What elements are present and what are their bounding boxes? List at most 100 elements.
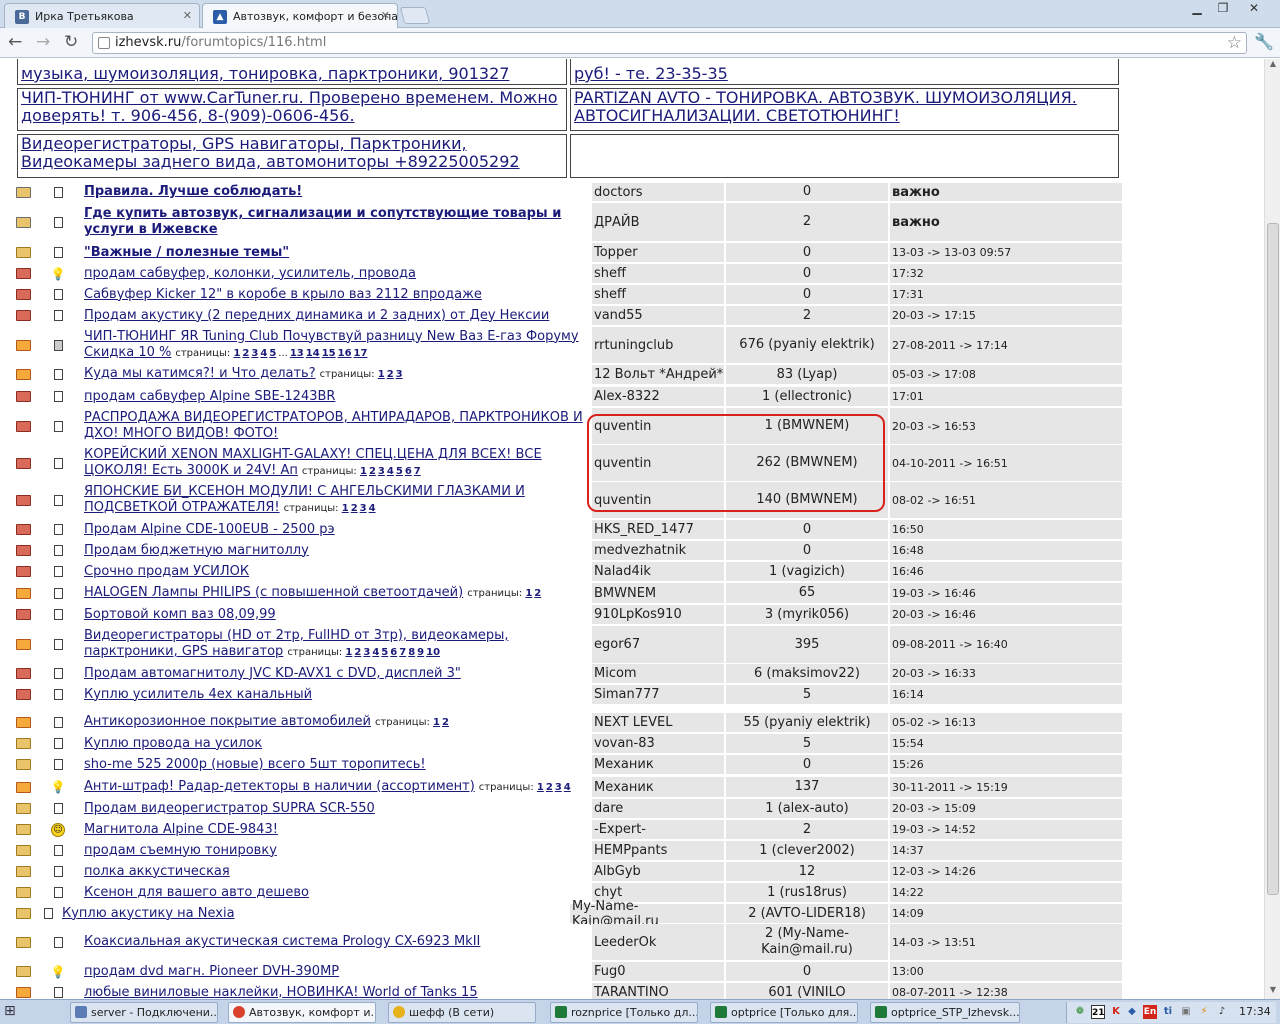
display-icon[interactable]: ▣ — [1179, 1005, 1193, 1019]
wrench-icon[interactable]: 🔧 — [1254, 32, 1274, 51]
topic-author[interactable]: sheff — [592, 285, 724, 304]
topic-link[interactable]: Продам автомагнитолу JVC KD-AVX1 с DVD, … — [84, 666, 461, 681]
scroll-up-arrow[interactable]: ▲ — [1265, 59, 1280, 73]
topic-author[interactable]: LeederOk — [592, 924, 724, 960]
minimize-button[interactable]: ▁ — [1184, 0, 1210, 18]
page-link[interactable]: 2 — [442, 717, 449, 728]
topic-author[interactable]: BMWNEM — [592, 583, 724, 603]
page-link[interactable]: 13 — [290, 348, 304, 359]
volume-icon[interactable]: ♪ — [1215, 1005, 1229, 1019]
page-link[interactable]: 6 — [405, 466, 412, 477]
topic-author[interactable]: My-Name-Kain@mail.ru — [570, 899, 724, 929]
topic-link[interactable]: Сабвуфер Kicker 12" в коробе в крыло ваз… — [84, 287, 482, 302]
ad-cell[interactable]: ЧИП-ТЮНИНГ от www.CarTuner.ru. Проверено… — [17, 88, 567, 131]
forward-icon[interactable]: → — [36, 32, 50, 52]
topic-author[interactable]: Alex-8322 — [592, 387, 724, 406]
new-tab-button[interactable] — [399, 7, 431, 24]
topic-link[interactable]: продам съемную тонировку — [84, 843, 277, 858]
page-link[interactable]: 3 — [251, 348, 258, 359]
ad-link[interactable]: музыка, шумоизоляция, тонировка, парктро… — [21, 59, 563, 83]
page-link[interactable]: 9 — [417, 647, 424, 658]
page-link[interactable]: 2 — [387, 369, 394, 380]
topic-author[interactable]: Механик — [592, 777, 724, 797]
page-link[interactable]: 14 — [306, 348, 320, 359]
topic-link[interactable]: Продам Alpine CDE-100EUB - 2500 рэ — [84, 522, 335, 537]
topic-link[interactable]: Куплю усилитель 4ех канальный — [84, 687, 312, 702]
topic-author[interactable]: ДРАЙВ — [592, 203, 724, 241]
topic-author[interactable]: TARANTINO — [592, 983, 724, 999]
page-link[interactable]: 3 — [396, 369, 403, 380]
calendar-icon[interactable]: 21 — [1091, 1005, 1105, 1019]
language-icon[interactable]: En — [1143, 1005, 1157, 1019]
antivirus-icon[interactable]: K — [1109, 1005, 1123, 1019]
page-link[interactable]: 4 — [369, 503, 376, 514]
close-icon[interactable]: ✕ — [183, 9, 192, 22]
tab-vk[interactable]: В Ирка Третьякова ✕ — [4, 3, 200, 28]
page-link[interactable]: 16 — [338, 348, 352, 359]
topic-author[interactable]: -Expert- — [592, 820, 724, 839]
page-link[interactable]: 2 — [351, 503, 358, 514]
page-link[interactable]: 5 — [269, 348, 276, 359]
back-icon[interactable]: ← — [8, 32, 22, 52]
page-link[interactable]: 15 — [322, 348, 336, 359]
topic-link[interactable]: "Важные / полезные темы" — [84, 245, 289, 260]
address-bar[interactable]: izhevsk.ru/forumtopics/116.html ☆ — [92, 32, 1247, 54]
page-link[interactable]: 2 — [369, 466, 376, 477]
topic-author[interactable]: Fug0 — [592, 962, 724, 981]
topic-author[interactable]: vovan-83 — [592, 734, 724, 753]
topic-link[interactable]: sho-me 525 2000р (новые) всего 5шт тороп… — [84, 757, 426, 772]
page-link[interactable]: 2 — [354, 647, 361, 658]
topic-link[interactable]: HALOGEN Лампы PHILIPS (с повышенной свет… — [84, 585, 463, 600]
topic-author[interactable]: vand55 — [592, 306, 724, 325]
topic-author[interactable]: NEXT LEVEL — [592, 713, 724, 732]
ad-cell[interactable]: музыка, шумоизоляция, тонировка, парктро… — [17, 59, 567, 85]
taskbar-item[interactable]: server - Подключени... — [70, 1002, 218, 1023]
topic-link[interactable]: Продам бюджетную магнитоллу — [84, 543, 309, 558]
topic-author[interactable]: 910LpKos910 — [592, 605, 724, 624]
topic-author[interactable]: medvezhatnik — [592, 541, 724, 560]
vertical-scrollbar[interactable]: ▲ ▼ — [1264, 59, 1280, 999]
topic-link[interactable]: любые виниловые наклейки, НОВИНКА! World… — [84, 985, 478, 1000]
topic-author[interactable]: Topper — [592, 243, 724, 262]
topic-author[interactable]: HEMPpants — [592, 841, 724, 860]
topic-link[interactable]: Магнитола Alpine CDE-9843! — [84, 822, 278, 837]
taskbar-item[interactable]: optprice [Только для... — [710, 1002, 858, 1023]
tab-forum[interactable]: ▲ Автозвук, комфорт и безопа ✕ — [202, 3, 398, 28]
page-link[interactable]: 7 — [399, 647, 406, 658]
page-link[interactable]: 10 — [426, 647, 440, 658]
topic-link[interactable]: Антикорозионное покрытие автомобилей — [84, 714, 371, 729]
page-link[interactable]: 2 — [242, 348, 249, 359]
topic-link[interactable]: Где купить автозвук, сигнализации и сопу… — [84, 206, 561, 237]
page-link[interactable]: 1 — [433, 717, 440, 728]
page-link[interactable]: 5 — [396, 466, 403, 477]
page-link[interactable]: 3 — [378, 466, 385, 477]
page-link[interactable]: 1 — [360, 466, 367, 477]
topic-link[interactable]: продам сабвуфер Alpine SBE-1243BR — [84, 389, 335, 404]
ad-cell[interactable]: руб! - те. 23-35-35 — [570, 59, 1119, 85]
topic-author[interactable]: doctors — [592, 183, 724, 201]
topic-link[interactable]: Ксенон для вашего авто дешево — [84, 885, 309, 900]
topic-link[interactable]: Куда мы катимся?! и Что делать? — [84, 366, 316, 381]
topic-link[interactable]: Продам акустику (2 передних динамика и 2… — [84, 308, 549, 323]
taskbar-item[interactable]: шефф (В сети) — [388, 1002, 536, 1023]
topic-author[interactable]: 12 Вольт *Андрей* — [592, 365, 724, 384]
topic-link[interactable]: Анти-штраф! Радар-детекторы в наличии (а… — [84, 779, 475, 794]
page-link[interactable]: 1 — [537, 782, 544, 793]
start-button[interactable]: ⊞ — [4, 1003, 60, 1022]
topic-link[interactable]: Бортовой комп ваз 08,09,99 — [84, 607, 276, 622]
topic-link[interactable]: РАСПРОДАЖА ВИДЕОРЕГИСТРАТОРОВ, АНТИРАДАР… — [84, 410, 583, 441]
topic-author[interactable]: HKS_RED_1477 — [592, 520, 724, 539]
icq-icon[interactable]: ti — [1161, 1005, 1175, 1019]
ad-cell[interactable]: PARTIZAN AVTO - ТОНИРОВКА. АВТОЗВУК. ШУМ… — [570, 88, 1119, 131]
topic-author[interactable]: Micom — [592, 664, 724, 683]
taskbar-item[interactable]: roznprice [Только дл... — [550, 1002, 698, 1023]
topic-link[interactable]: Срочно продам УСИЛОК — [84, 564, 249, 579]
page-link[interactable]: 3 — [555, 782, 562, 793]
page-link[interactable]: 8 — [408, 647, 415, 658]
taskbar-item[interactable]: optprice_STP_Izhevsk... — [870, 1002, 1020, 1023]
topic-author[interactable]: Siman777 — [592, 685, 724, 704]
page-link[interactable]: 1 — [233, 348, 240, 359]
page-link[interactable]: 2 — [534, 588, 541, 599]
ad-link[interactable]: ЧИП-ТЮНИНГ от www.CarTuner.ru. Проверено… — [21, 88, 558, 125]
page-link[interactable]: 4 — [387, 466, 394, 477]
